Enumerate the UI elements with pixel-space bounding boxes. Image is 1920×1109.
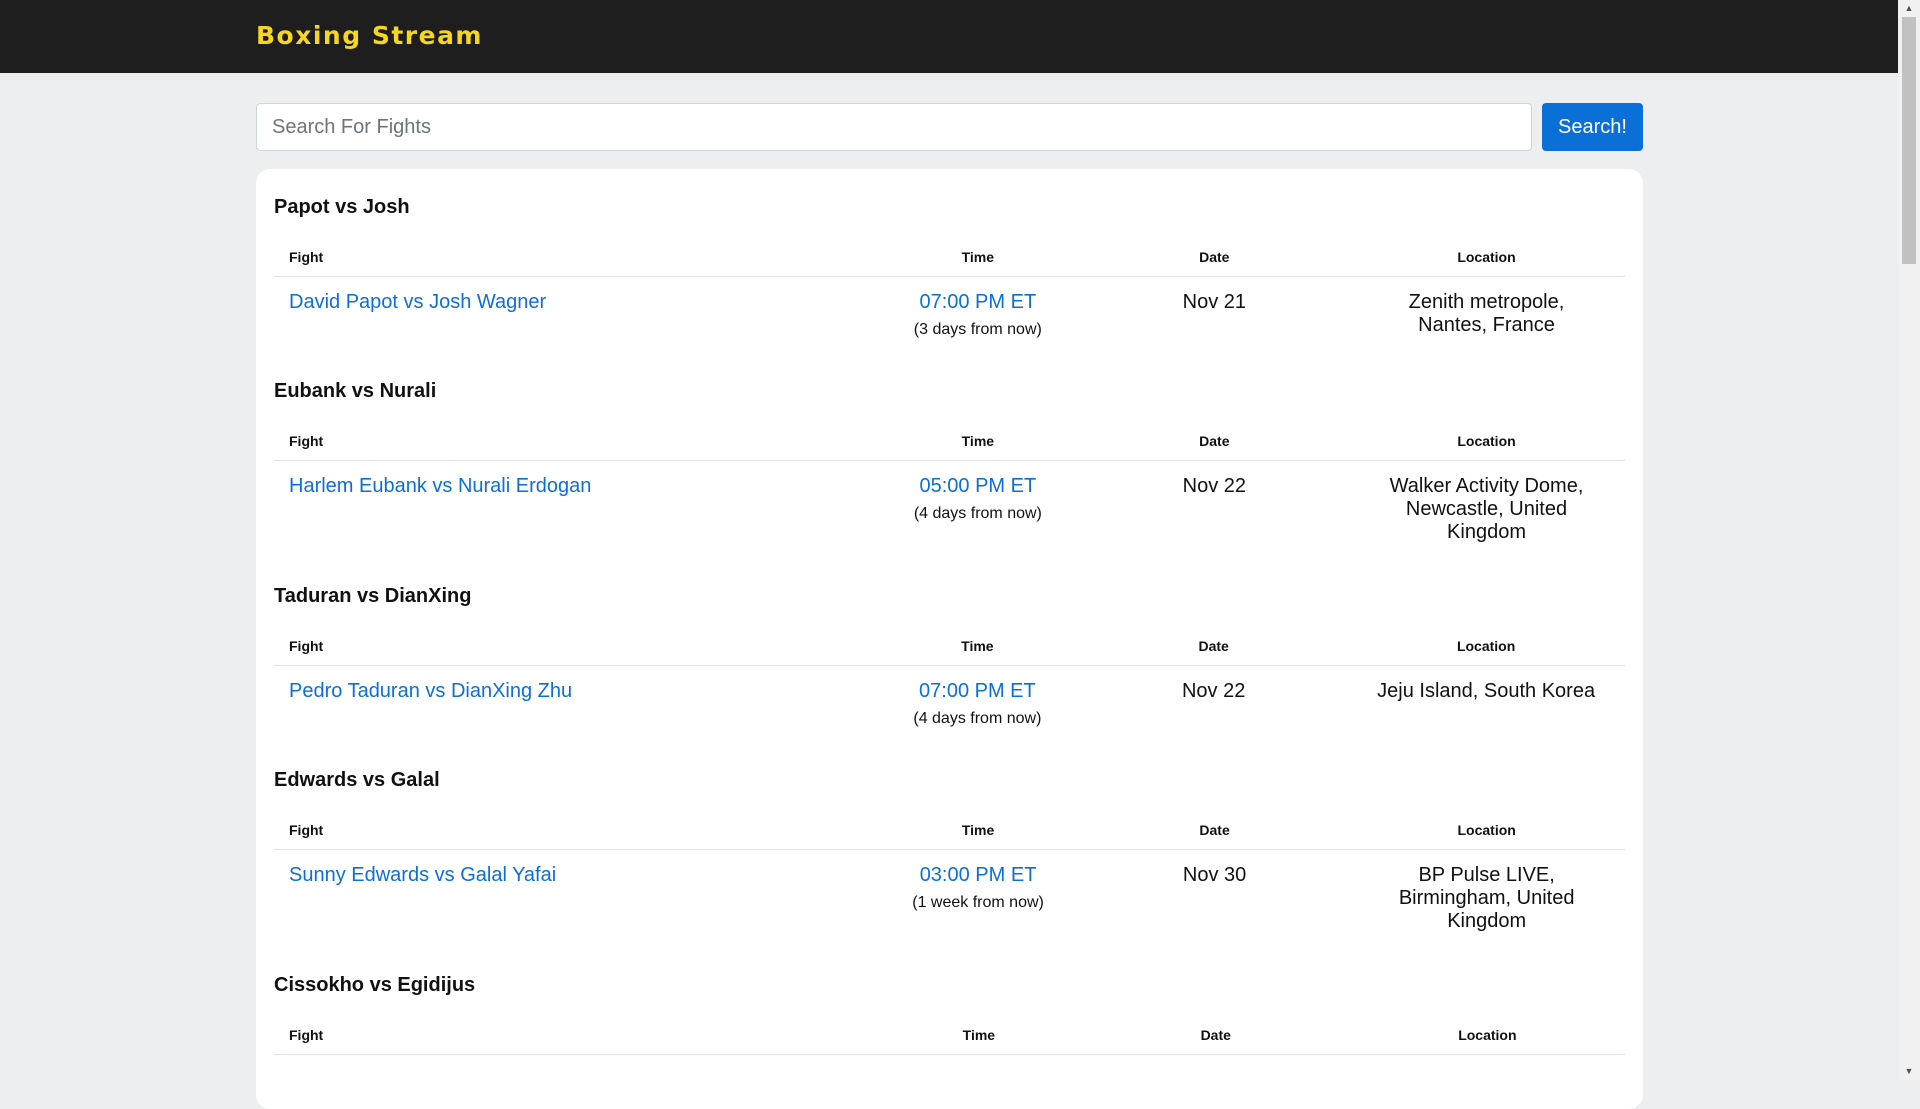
table-header-row: Fight Time Date Location — [274, 627, 1625, 666]
table-header-row: Fight Time Date Location — [274, 1016, 1625, 1055]
fights-table: Fight Time Date Location Harlem Eubank v… — [274, 422, 1625, 558]
fights-table: Fight Time Date Location David Papot vs … — [274, 238, 1625, 353]
fight-time-link[interactable]: 07:00 PM ET — [919, 291, 1036, 313]
fight-location: Zenith metropole, Nantes, France — [1408, 291, 1565, 336]
table-row: Pedro Taduran vs DianXing Zhu 07:00 PM E… — [274, 666, 1625, 743]
event-title: Edwards vs Galal — [274, 769, 440, 791]
header-date: Date — [1080, 238, 1349, 277]
fight-date: Nov 30 — [1182, 864, 1247, 886]
fight-link[interactable]: Sunny Edwards vs Galal Yafai — [289, 864, 556, 886]
fight-date: Nov 22 — [1182, 475, 1247, 497]
relative-time: (4 days from now) — [913, 505, 1042, 522]
relative-time: (3 days from now) — [913, 321, 1042, 338]
scroll-thumb[interactable] — [1902, 17, 1916, 264]
header-fight: Fight — [274, 422, 876, 461]
event-section: Cissokho vs Egidijus Fight Time Date Loc… — [274, 947, 1625, 1055]
relative-time: (4 days from now) — [913, 710, 1042, 727]
fights-table: Fight Time Date Location Pedro Taduran v… — [274, 627, 1625, 742]
header-time: Time — [875, 238, 1081, 277]
header-date: Date — [1081, 1016, 1350, 1055]
search-input[interactable] — [256, 103, 1532, 151]
header-date: Date — [1080, 422, 1349, 461]
fight-time-link[interactable]: 05:00 PM ET — [919, 475, 1036, 497]
scroll-up-arrow-icon[interactable]: ▲ — [1898, 0, 1920, 17]
table-row: David Papot vs Josh Wagner 07:00 PM ET (… — [274, 277, 1625, 354]
header-location: Location — [1348, 811, 1625, 850]
header-time: Time — [874, 627, 1081, 666]
fights-card: Papot vs Josh Fight Time Date Location D… — [256, 169, 1643, 1109]
scroll-down-arrow-icon[interactable]: ▼ — [1898, 1063, 1920, 1080]
fight-location: Jeju Island, South Korea — [1377, 680, 1596, 702]
event-section: Eubank vs Nurali Fight Time Date Locatio… — [274, 353, 1625, 558]
search-button[interactable]: Search! — [1542, 103, 1643, 151]
fight-date: Nov 21 — [1182, 291, 1246, 313]
header-time: Time — [875, 422, 1081, 461]
navbar: Boxing Stream — [0, 0, 1898, 73]
fights-table: Fight Time Date Location Sunny Edwards v… — [274, 811, 1625, 947]
header-fight: Fight — [274, 811, 876, 850]
event-section: Edwards vs Galal Fight Time Date Locatio… — [274, 742, 1625, 947]
event-title: Papot vs Josh — [274, 196, 410, 218]
event-section: Taduran vs DianXing Fight Time Date Loca… — [274, 558, 1625, 742]
table-header-row: Fight Time Date Location — [274, 811, 1625, 850]
brand-logo[interactable]: Boxing Stream — [256, 21, 483, 50]
header-location: Location — [1348, 238, 1625, 277]
header-time: Time — [875, 811, 1081, 850]
search-bar: Search! — [256, 103, 1643, 151]
relative-time: (1 week from now) — [912, 894, 1044, 911]
header-time: Time — [875, 1016, 1082, 1055]
header-location: Location — [1348, 422, 1625, 461]
header-fight: Fight — [274, 238, 876, 277]
fight-time-link[interactable]: 07:00 PM ET — [919, 680, 1036, 702]
fight-date: Nov 22 — [1181, 680, 1246, 702]
table-header-row: Fight Time Date Location — [274, 422, 1625, 461]
header-date: Date — [1080, 627, 1348, 666]
fight-location: Walker Activity Dome, Newcastle, United … — [1389, 475, 1584, 543]
header-location: Location — [1349, 1016, 1625, 1055]
table-header-row: Fight Time Date Location — [274, 238, 1625, 277]
header-date: Date — [1080, 811, 1349, 850]
fight-time-link[interactable]: 03:00 PM ET — [920, 864, 1037, 886]
table-row: Sunny Edwards vs Galal Yafai 03:00 PM ET… — [274, 850, 1625, 948]
header-fight: Fight — [274, 1016, 876, 1055]
table-row: Harlem Eubank vs Nurali Erdogan 05:00 PM… — [274, 461, 1625, 559]
header-fight: Fight — [274, 627, 875, 666]
fight-link[interactable]: Pedro Taduran vs DianXing Zhu — [289, 680, 572, 702]
fight-location: BP Pulse LIVE, Birmingham, United Kingdo… — [1398, 864, 1575, 932]
fight-link[interactable]: Harlem Eubank vs Nurali Erdogan — [289, 475, 591, 497]
event-title: Eubank vs Nurali — [274, 380, 437, 402]
fights-table: Fight Time Date Location — [274, 1016, 1625, 1055]
event-title: Taduran vs DianXing — [274, 585, 472, 607]
fight-link[interactable]: David Papot vs Josh Wagner — [289, 291, 546, 313]
header-location: Location — [1347, 627, 1625, 666]
event-title: Cissokho vs Egidijus — [274, 974, 476, 996]
page-scrollbar[interactable]: ▲ ▼ — [1898, 0, 1920, 1080]
event-section: Papot vs Josh Fight Time Date Location D… — [274, 169, 1625, 353]
